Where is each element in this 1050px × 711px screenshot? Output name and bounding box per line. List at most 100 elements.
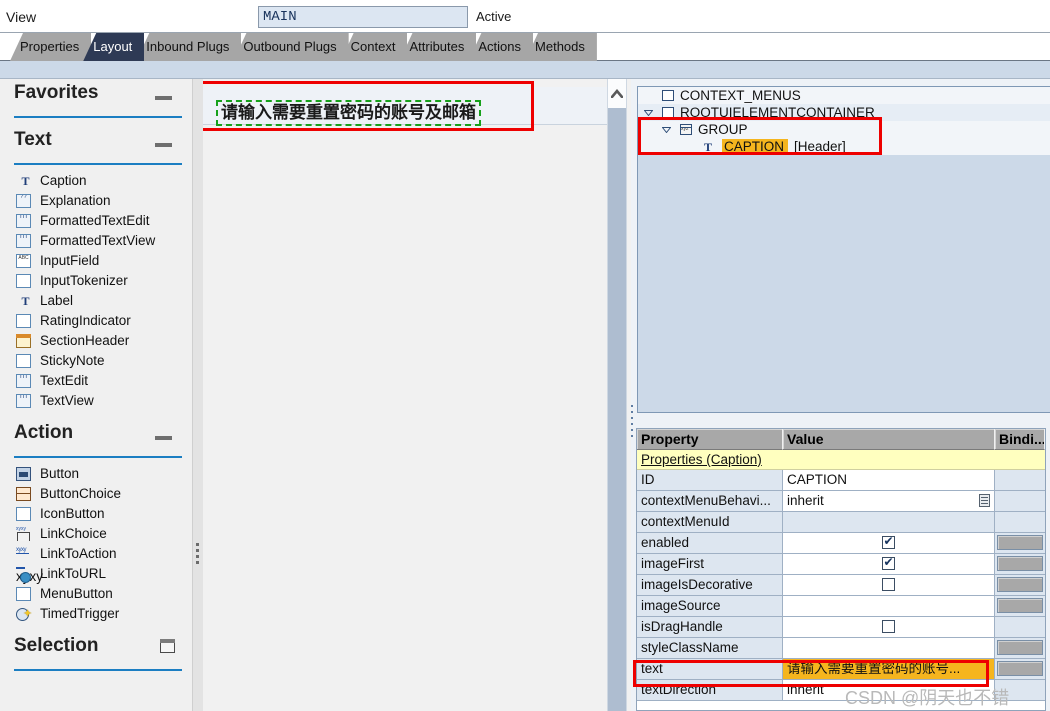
property-value[interactable]: inherit	[783, 491, 995, 512]
collapse-icon[interactable]	[155, 96, 172, 100]
binding-cell[interactable]	[995, 659, 1045, 680]
palette-item-buttonchoice[interactable]: ButtonChoice	[0, 484, 192, 504]
property-value[interactable]	[783, 596, 995, 617]
property-row[interactable]: isDragHandle	[637, 617, 1045, 638]
tab-outbound-plugs[interactable]: Outbound Plugs	[233, 33, 349, 61]
property-row[interactable]: enabled	[637, 533, 1045, 554]
collapse-icon[interactable]	[155, 436, 172, 440]
palette-item-iconbutton[interactable]: IconButton	[0, 504, 192, 524]
expand-arrow-icon[interactable]	[662, 127, 671, 133]
binding-cell	[995, 512, 1045, 533]
tab-actions[interactable]: Actions	[468, 33, 534, 61]
element-tree[interactable]: CONTEXT_MENUS ROOTUIELEMENTCONTAINER GROUP…	[637, 86, 1050, 413]
layout-canvas[interactable]: 请输入需要重置密码的账号及邮箱	[203, 79, 607, 711]
section-header-text[interactable]: Text	[14, 126, 180, 163]
property-row[interactable]: contextMenuBehavi... inherit	[637, 491, 1045, 512]
collapse-icon[interactable]	[155, 143, 172, 147]
caption-container[interactable]: 请输入需要重置密码的账号及邮箱	[203, 87, 607, 126]
section-divider	[14, 456, 182, 458]
property-value[interactable]: inherit	[783, 680, 995, 701]
palette-item-menubutton[interactable]: MenuButton	[0, 584, 192, 604]
chevron-up-icon	[611, 89, 623, 98]
sidebar-splitter[interactable]	[193, 79, 203, 711]
tree-node-group[interactable]: GROUP	[638, 121, 1050, 138]
scroll-up-button[interactable]	[608, 79, 626, 108]
binding-cell	[995, 470, 1045, 491]
property-value-text: inherit	[787, 682, 824, 697]
canvas-vertical-scrollbar[interactable]	[607, 79, 627, 711]
canvas-caption-element[interactable]: 请输入需要重置密码的账号及邮箱	[216, 100, 481, 126]
palette-item-explanation[interactable]: ?? Explanation	[0, 191, 192, 211]
properties-table-header: Property Value Bindi...	[637, 429, 1045, 450]
binding-cell[interactable]	[995, 533, 1045, 554]
palette-item-label[interactable]: T Label	[0, 291, 192, 311]
column-header-value[interactable]: Value	[783, 429, 995, 450]
panel-grip-icon	[631, 405, 635, 437]
clock-icon	[16, 604, 32, 624]
checkbox-icon[interactable]	[881, 578, 895, 591]
palette-item-inputfield[interactable]: ABC InputField	[0, 251, 192, 271]
tab-layout[interactable]: Layout	[83, 33, 145, 61]
tab-context[interactable]: Context	[340, 33, 408, 61]
property-row[interactable]: imageSource	[637, 596, 1045, 617]
property-row[interactable]: imageFirst	[637, 554, 1045, 575]
property-row[interactable]: textDirection inherit	[637, 680, 1045, 701]
palette-item-linktoaction[interactable]: xyxy LinkToAction	[0, 544, 192, 564]
palette-item-timedtrigger[interactable]: TimedTrigger	[0, 604, 192, 624]
palette-item-linktourl[interactable]: xyxy LinkToURL	[0, 564, 192, 584]
section-header-favorites[interactable]: Favorites	[14, 79, 180, 116]
tab-methods[interactable]: Methods	[525, 33, 597, 61]
palette-item-formattedtextview[interactable]: TIT FormattedTextView	[0, 231, 192, 251]
scroll-track[interactable]	[608, 108, 626, 711]
checkbox-icon[interactable]	[881, 534, 895, 549]
binding-cell[interactable]	[995, 596, 1045, 617]
tree-node-context_menus[interactable]: CONTEXT_MENUS	[638, 87, 1050, 104]
property-row[interactable]: contextMenuId	[637, 512, 1045, 533]
restore-icon[interactable]	[160, 639, 175, 653]
binding-cell[interactable]	[995, 554, 1045, 575]
tab-properties[interactable]: Properties	[10, 33, 92, 61]
property-row[interactable]: ID CAPTION	[637, 470, 1045, 491]
property-row[interactable]: imageIsDecorative	[637, 575, 1045, 596]
palette-item-button[interactable]: Button	[0, 464, 192, 484]
palette-item-stickynote[interactable]: StickyNote	[0, 351, 192, 371]
property-row[interactable]: styleClassName	[637, 638, 1045, 659]
tree-node-rootuielementcontainer[interactable]: ROOTUIELEMENTCONTAINER	[638, 104, 1050, 121]
properties-table[interactable]: Property Value Bindi... Properties (Capt…	[636, 428, 1046, 711]
section-header-selection[interactable]: Selection	[14, 632, 180, 669]
property-value[interactable]	[783, 554, 995, 575]
tree-node-label: ROOTUIELEMENTCONTAINER	[680, 105, 875, 120]
palette-item-caption[interactable]: T Caption	[0, 171, 192, 191]
value-help-icon[interactable]	[979, 494, 990, 507]
section-header-action[interactable]: Action	[14, 419, 180, 456]
checkbox-icon[interactable]	[881, 620, 895, 633]
property-value[interactable]	[783, 512, 995, 533]
palette-item-linkchoice[interactable]: xyxy LinkChoice	[0, 524, 192, 544]
property-row[interactable]: text 请输入需要重置密码的账号...	[637, 659, 1045, 680]
tab-attributes[interactable]: Attributes	[399, 33, 477, 61]
expand-arrow-icon[interactable]	[644, 110, 653, 116]
palette-item-formattedtextedit[interactable]: TIT FormattedTextEdit	[0, 211, 192, 231]
binding-cell[interactable]	[995, 638, 1045, 659]
text-grid-icon: TIT	[16, 374, 31, 388]
tree-node-caption[interactable]: T CAPTION [Header]	[638, 138, 1050, 155]
palette-item-inputtokenizer[interactable]: InputTokenizer	[0, 271, 192, 291]
palette-item-ratingindicator[interactable]: RatingIndicator	[0, 311, 192, 331]
view-name-input[interactable]	[258, 6, 468, 28]
property-value[interactable]	[783, 575, 995, 596]
tab-inbound-plugs[interactable]: Inbound Plugs	[136, 33, 242, 61]
palette-item-textedit[interactable]: TIT TextEdit	[0, 371, 192, 391]
property-value[interactable]	[783, 638, 995, 659]
box-icon	[662, 90, 674, 101]
property-value[interactable]	[783, 617, 995, 638]
property-value[interactable]: CAPTION	[783, 470, 995, 491]
palette-item-label: TextEdit	[40, 373, 89, 388]
column-header-property[interactable]: Property	[637, 429, 783, 450]
checkbox-icon[interactable]	[881, 555, 895, 570]
palette-item-textview[interactable]: TIT TextView	[0, 391, 192, 411]
property-value[interactable]	[783, 533, 995, 554]
property-value[interactable]: 请输入需要重置密码的账号...	[783, 659, 995, 680]
column-header-binding[interactable]: Bindi...	[995, 429, 1045, 450]
binding-cell[interactable]	[995, 575, 1045, 596]
palette-item-sectionheader[interactable]: SectionHeader	[0, 331, 192, 351]
